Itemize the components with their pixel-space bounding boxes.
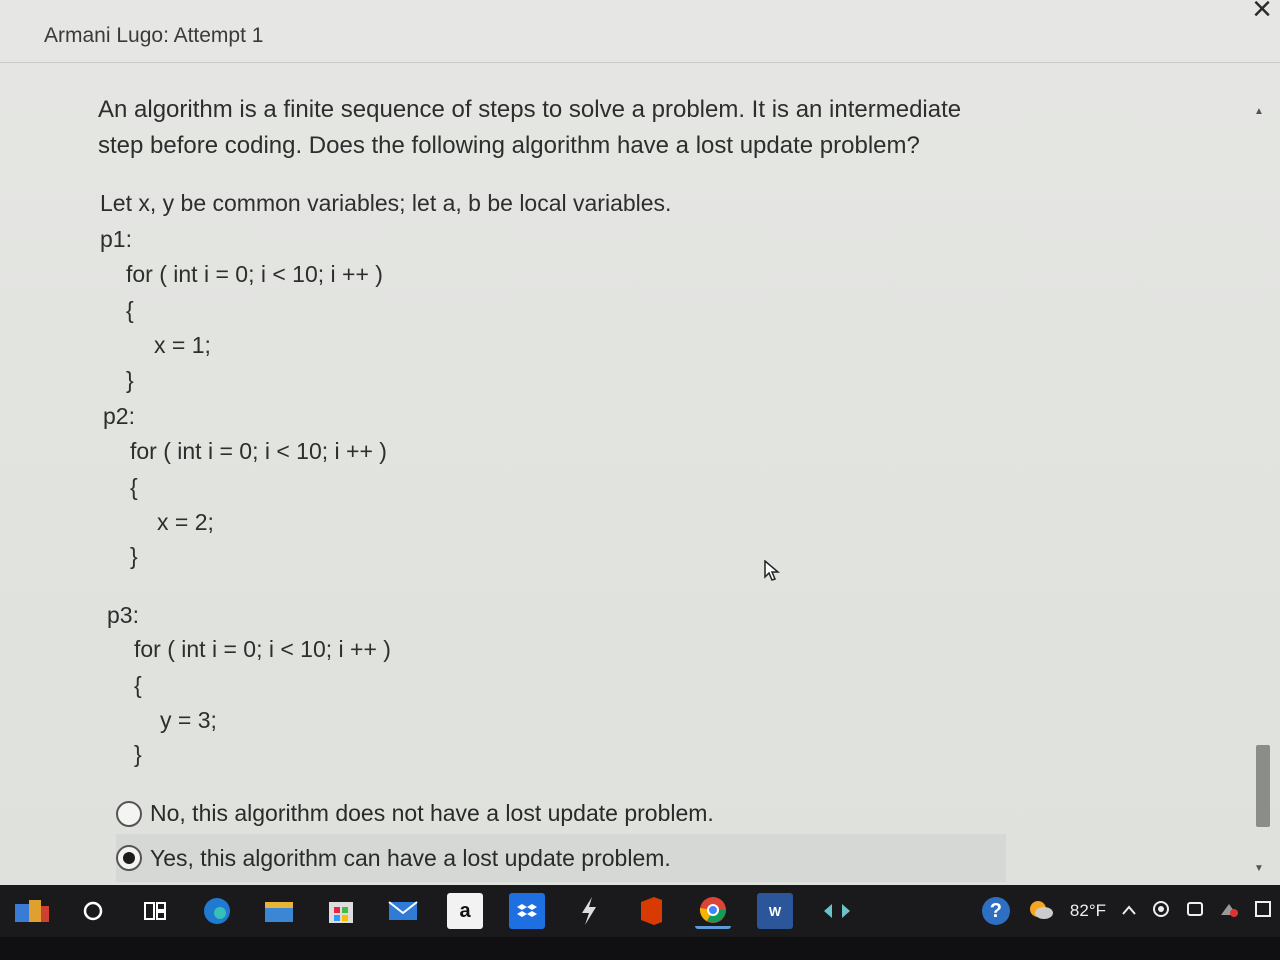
office-icon[interactable] [633, 893, 669, 929]
shortcut-icon[interactable] [571, 893, 607, 929]
help-glyph: ? [989, 899, 1003, 922]
p3-open-brace: { [134, 672, 142, 698]
answer-option-no[interactable]: No, this algorithm does not have a lost … [116, 800, 714, 827]
vertical-scrollbar[interactable]: ▲ ▼ [1252, 100, 1270, 880]
system-tray: ? 82°F [974, 897, 1280, 926]
record-icon[interactable] [1152, 900, 1170, 923]
task-view-icon[interactable] [137, 893, 173, 929]
pinned-app-icon[interactable] [13, 893, 49, 929]
chevron-up-icon[interactable] [1122, 902, 1136, 920]
p3-label: p3: [107, 602, 139, 628]
algorithm-preface: Let x, y be common variables; let a, b b… [100, 190, 672, 216]
p3-loop: for ( int i = 0; i < 10; i ++ ) [134, 636, 391, 662]
teams-icon[interactable] [819, 893, 855, 929]
p1-label: p1: [100, 226, 132, 252]
help-icon[interactable]: ? [981, 897, 1010, 925]
p2-label: p2: [103, 403, 135, 429]
p1-open-brace: { [126, 297, 134, 323]
mouse-pointer-icon [764, 559, 781, 588]
p2-close-brace: } [130, 543, 138, 569]
word-glyph: W [768, 903, 782, 919]
p2-open-brace: { [130, 474, 138, 500]
radio-button-no[interactable] [116, 800, 142, 827]
word-icon[interactable]: W [757, 893, 793, 929]
file-explorer-icon[interactable] [261, 893, 297, 929]
mail-icon[interactable] [385, 893, 421, 929]
p1-body: x = 1; [154, 332, 211, 358]
lms-quiz-window: Armani Lugo: Attempt 1 × An algorithm is… [0, 0, 1280, 885]
edge-icon[interactable] [199, 893, 235, 929]
scroll-thumb[interactable] [1256, 745, 1270, 827]
weather-icon[interactable] [1026, 897, 1054, 926]
radio-button-yes[interactable] [116, 845, 142, 871]
window-titlebar: Armani Lugo: Attempt 1 × [0, 0, 1280, 63]
weather-temperature[interactable]: 82°F [1070, 901, 1106, 921]
store-icon[interactable] [323, 893, 359, 929]
p1-close-brace: } [126, 367, 134, 393]
network-icon[interactable] [1220, 901, 1238, 922]
notifications-icon[interactable] [1254, 900, 1272, 923]
dropbox-icon[interactable] [509, 893, 545, 929]
p3-body: y = 3; [160, 707, 217, 733]
amazon-icon[interactable]: a [447, 893, 483, 929]
answer-label-yes: Yes, this algorithm can have a lost upda… [150, 844, 671, 871]
close-icon[interactable]: × [1252, 0, 1272, 29]
window-title: Armani Lugo: Attempt 1 [44, 24, 264, 47]
p2-body: x = 2; [157, 509, 214, 535]
amazon-glyph: a [459, 899, 471, 922]
search-icon[interactable] [75, 893, 111, 929]
scroll-up-arrow-icon[interactable]: ▲ [1254, 106, 1264, 117]
windows-taskbar: a W ? 82°F [0, 885, 1280, 937]
device-icon[interactable] [1186, 900, 1204, 923]
scroll-down-arrow-icon[interactable]: ▼ [1254, 863, 1264, 874]
answer-label-no: No, this algorithm does not have a lost … [150, 800, 714, 826]
p1-loop: for ( int i = 0; i < 10; i ++ ) [126, 261, 383, 287]
question-text: An algorithm is a finite sequence of ste… [98, 96, 962, 159]
chrome-icon[interactable] [695, 893, 731, 929]
p3-close-brace: } [134, 741, 142, 767]
monitor-bezel [0, 937, 1280, 960]
p2-loop: for ( int i = 0; i < 10; i ++ ) [130, 438, 387, 464]
answer-option-yes[interactable]: Yes, this algorithm can have a lost upda… [116, 834, 1006, 882]
